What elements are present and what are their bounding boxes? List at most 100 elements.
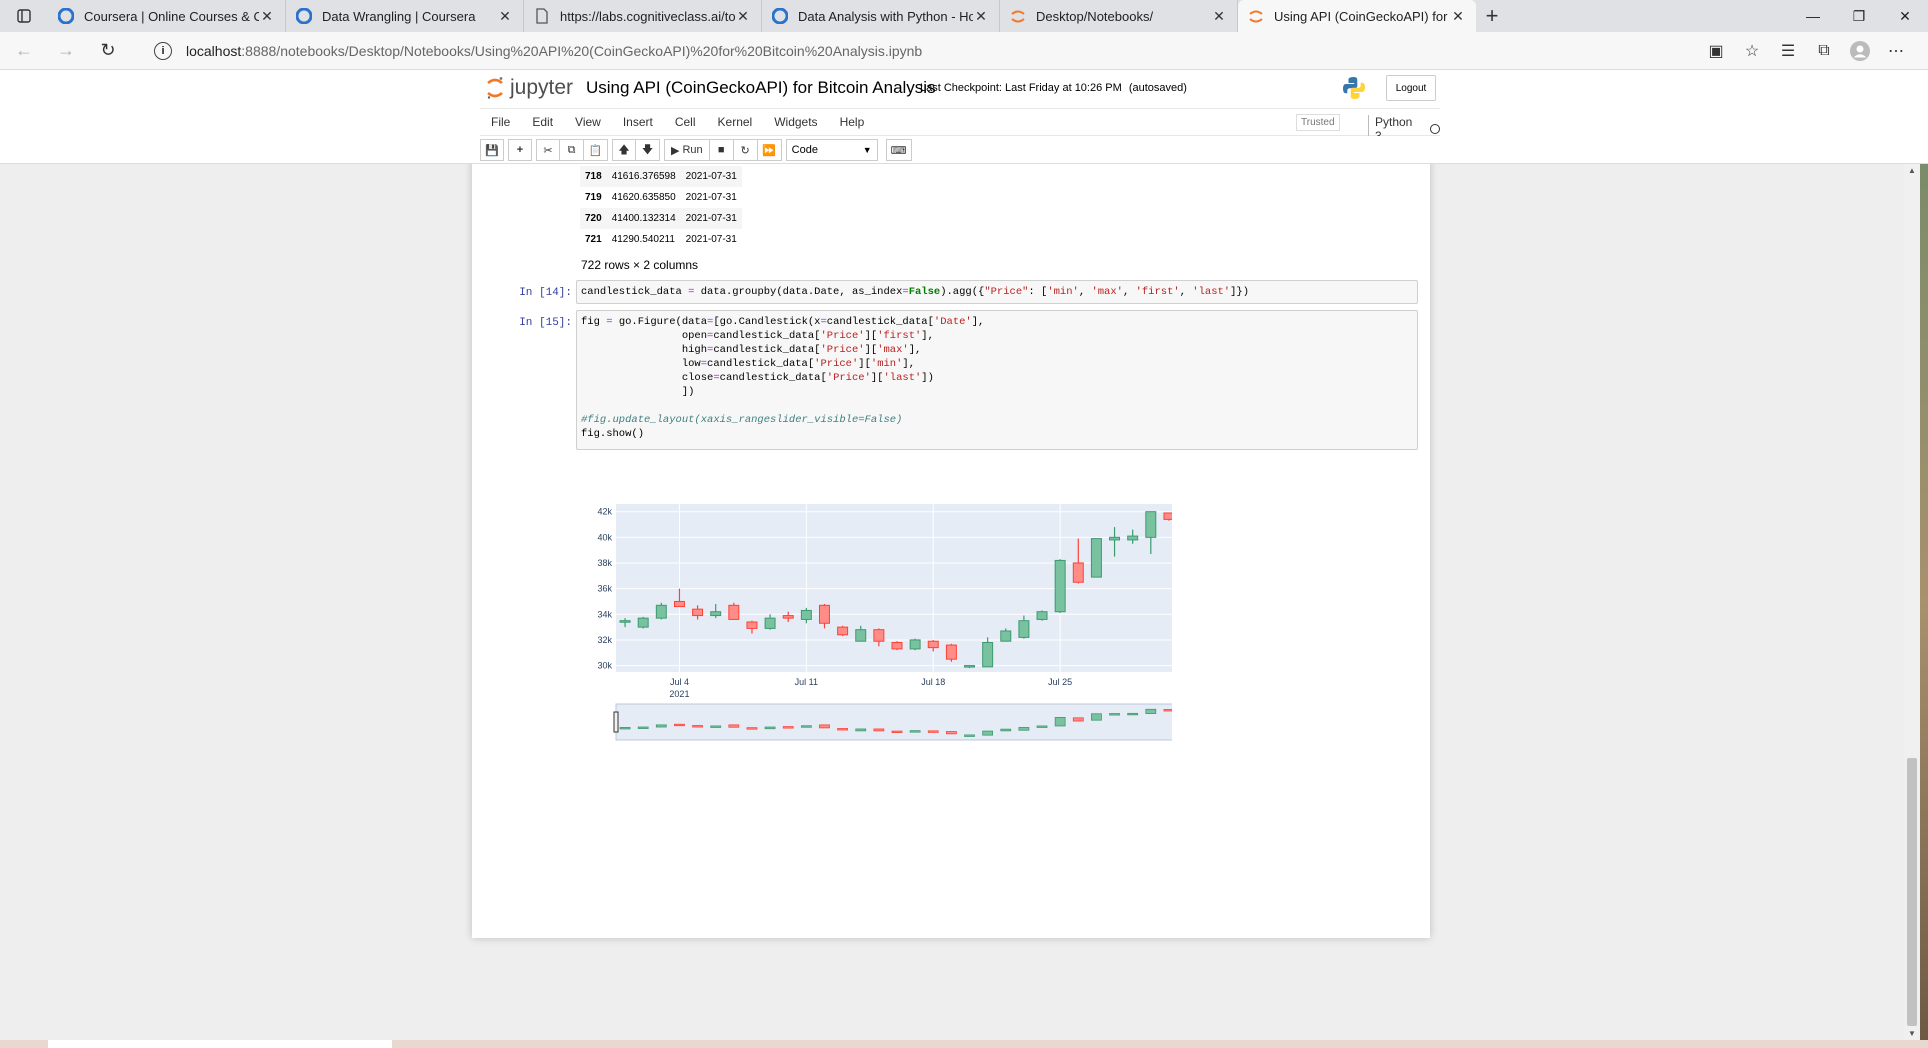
logout-button[interactable]: Logout xyxy=(1386,75,1436,101)
candle-body xyxy=(800,609,812,620)
rangeslider-left-handle[interactable] xyxy=(613,711,619,733)
menu-kernel[interactable]: Kernel xyxy=(707,115,764,129)
back-button[interactable]: ← xyxy=(6,35,42,67)
trusted-indicator[interactable]: Trusted xyxy=(1296,114,1340,131)
cell-14-code[interactable]: candlestick_data = data.groupby(data.Dat… xyxy=(576,280,1418,304)
menu-edit[interactable]: Edit xyxy=(521,115,564,129)
rangeslider-candle xyxy=(710,725,722,728)
browser-tab-title: Using API (CoinGeckoAPI) for Bit xyxy=(1274,8,1450,24)
insert-cell-button[interactable]: + xyxy=(508,139,532,161)
x-tick-label: Jul 11 xyxy=(795,677,818,687)
browser-tab-title: Coursera | Online Courses & Cre xyxy=(84,8,259,24)
browser-tab[interactable]: Desktop/Notebooks/ ✕ xyxy=(1000,0,1238,32)
menu-insert[interactable]: Insert xyxy=(612,115,664,129)
new-tab-button[interactable]: + xyxy=(1476,0,1508,32)
menu-widgets[interactable]: Widgets xyxy=(763,115,828,129)
x-tick-label: Jul 4 xyxy=(670,677,689,687)
price-cell: 41400.132314 xyxy=(606,208,681,229)
collections-icon[interactable]: ⧉ xyxy=(1806,36,1842,66)
candle-body xyxy=(673,600,685,608)
candle-body xyxy=(728,604,740,620)
candle-body xyxy=(782,615,794,619)
forward-button[interactable]: → xyxy=(48,35,84,67)
browser-tab[interactable]: Using API (CoinGeckoAPI) for Bit ✕ xyxy=(1238,0,1476,32)
info-icon[interactable]: i xyxy=(154,41,172,60)
close-tab-icon[interactable]: ✕ xyxy=(973,8,989,25)
command-palette-button[interactable]: ⌨ xyxy=(885,139,912,161)
price-cell: 41616.376598 xyxy=(606,166,681,187)
restart-run-all-button[interactable]: ⏩ xyxy=(757,139,782,161)
scrollbar-thumb[interactable] xyxy=(1907,758,1917,1026)
close-tab-icon[interactable]: ✕ xyxy=(735,8,751,25)
reload-button[interactable]: ↻ xyxy=(90,35,126,67)
notebook-container: 718 41616.376598 2021-07-31 719 41620.635850… xyxy=(0,164,1904,1040)
browser-tab[interactable]: https://labs.cognitiveclass.ai/too ✕ xyxy=(524,0,762,32)
run-button[interactable]: ▶ Run xyxy=(664,139,710,161)
menu-cell[interactable]: Cell xyxy=(664,115,707,129)
favorite-star-icon[interactable]: ☆ xyxy=(1734,36,1770,66)
tab-actions-button[interactable] xyxy=(0,0,48,32)
candle-body xyxy=(1127,535,1139,541)
restart-button[interactable]: ↻ xyxy=(733,139,758,161)
favorites-list-icon[interactable]: ☰ xyxy=(1770,36,1806,66)
play-icon: ▶ xyxy=(671,144,680,157)
browser-tab[interactable]: Coursera | Online Courses & Cre ✕ xyxy=(48,0,286,32)
candle-body xyxy=(746,621,758,629)
rangeslider-candle xyxy=(1072,717,1084,722)
browser-tab[interactable]: Data Analysis with Python - Hom ✕ xyxy=(762,0,1000,32)
scroll-down-icon[interactable]: ▼ xyxy=(1904,1029,1920,1038)
url-field[interactable]: i localhost:8888/notebooks/Desktop/Noteb… xyxy=(154,36,1634,66)
copy-button[interactable]: ⧉ xyxy=(560,139,584,161)
reader-view-icon[interactable]: ▣ xyxy=(1698,36,1734,66)
jupyter-header: jupyter Using API (CoinGeckoAPI) for Bit… xyxy=(0,70,1928,108)
chevron-down-icon: ▼ xyxy=(862,145,872,155)
rangeslider-candle xyxy=(1091,713,1102,721)
window-controls: — ❐ ✕ xyxy=(1790,0,1928,32)
scroll-up-icon[interactable]: ▲ xyxy=(1904,166,1920,175)
menu-view[interactable]: View xyxy=(564,115,612,129)
interrupt-button[interactable]: ■ xyxy=(709,139,734,161)
move-down-button[interactable]: 🡇 xyxy=(636,139,660,161)
rangeslider-candle xyxy=(1145,708,1157,714)
close-tab-icon[interactable]: ✕ xyxy=(1450,8,1466,25)
cell-type-select[interactable]: Code ▼ xyxy=(785,139,878,161)
cell-15-code[interactable]: fig = go.Figure(data=[go.Candlestick(x=c… xyxy=(576,310,1418,450)
candle-body xyxy=(1145,511,1157,538)
profile-avatar-icon[interactable] xyxy=(1842,36,1878,66)
date-cell: 2021-07-31 xyxy=(680,208,742,229)
save-icon: 💾 xyxy=(485,144,499,157)
close-tab-icon[interactable]: ✕ xyxy=(259,8,275,25)
cut-button[interactable]: ✂ xyxy=(536,139,560,161)
keyboard-icon: ⌨ xyxy=(890,144,907,157)
browser-tab-title: Desktop/Notebooks/ xyxy=(1036,8,1154,24)
jupyter-toolbar: 💾 + ✂ ⧉ 📋 🡅 🡇 ▶ Run ■ ↻ ⏩ Code ▼ ⌨ xyxy=(0,136,1928,164)
copy-icon: ⧉ xyxy=(567,143,576,156)
candle-body xyxy=(855,629,867,642)
move-up-button[interactable]: 🡅 xyxy=(612,139,636,161)
restart-icon: ↻ xyxy=(740,144,750,157)
jupyter-logo-icon xyxy=(487,77,503,99)
close-tab-icon[interactable]: ✕ xyxy=(497,8,513,25)
jupyter-menubar: File Edit View Insert Cell Kernel Widgets Help … xyxy=(0,108,1928,143)
y-tick-label: 30k xyxy=(597,661,612,671)
menu-help[interactable]: Help xyxy=(829,115,876,129)
taskbar-search[interactable] xyxy=(48,1040,392,1048)
paste-button[interactable]: 📋 xyxy=(584,139,608,161)
rangeslider-candle xyxy=(909,730,921,733)
minimize-button[interactable]: — xyxy=(1790,0,1836,32)
page-scrollbar[interactable]: ▲ ▼ xyxy=(1904,164,1920,1040)
y-tick-label: 32k xyxy=(597,635,612,645)
close-window-button[interactable]: ✕ xyxy=(1882,0,1928,32)
menu-file[interactable]: File xyxy=(480,115,521,129)
save-button[interactable]: 💾 xyxy=(480,139,504,161)
close-tab-icon[interactable]: ✕ xyxy=(1211,8,1227,25)
candle-body xyxy=(764,617,776,629)
notebook-name[interactable]: Using API (CoinGeckoAPI) for Bitcoin Ana… xyxy=(586,78,936,98)
row-index: 721 xyxy=(585,234,602,245)
candlestick-chart[interactable]: Jul 4 2021 Jul 11 Jul 18 Jul 25 30k 32k 34k 36k 3… xyxy=(572,504,1172,814)
more-menu-icon[interactable]: ⋯ xyxy=(1878,36,1914,66)
browser-tab[interactable]: Data Wrangling | Coursera ✕ xyxy=(286,0,524,32)
restore-button[interactable]: ❐ xyxy=(1836,0,1882,32)
rangeslider-candle xyxy=(1109,713,1120,716)
jupyter-logo[interactable]: jupyter xyxy=(486,76,573,100)
